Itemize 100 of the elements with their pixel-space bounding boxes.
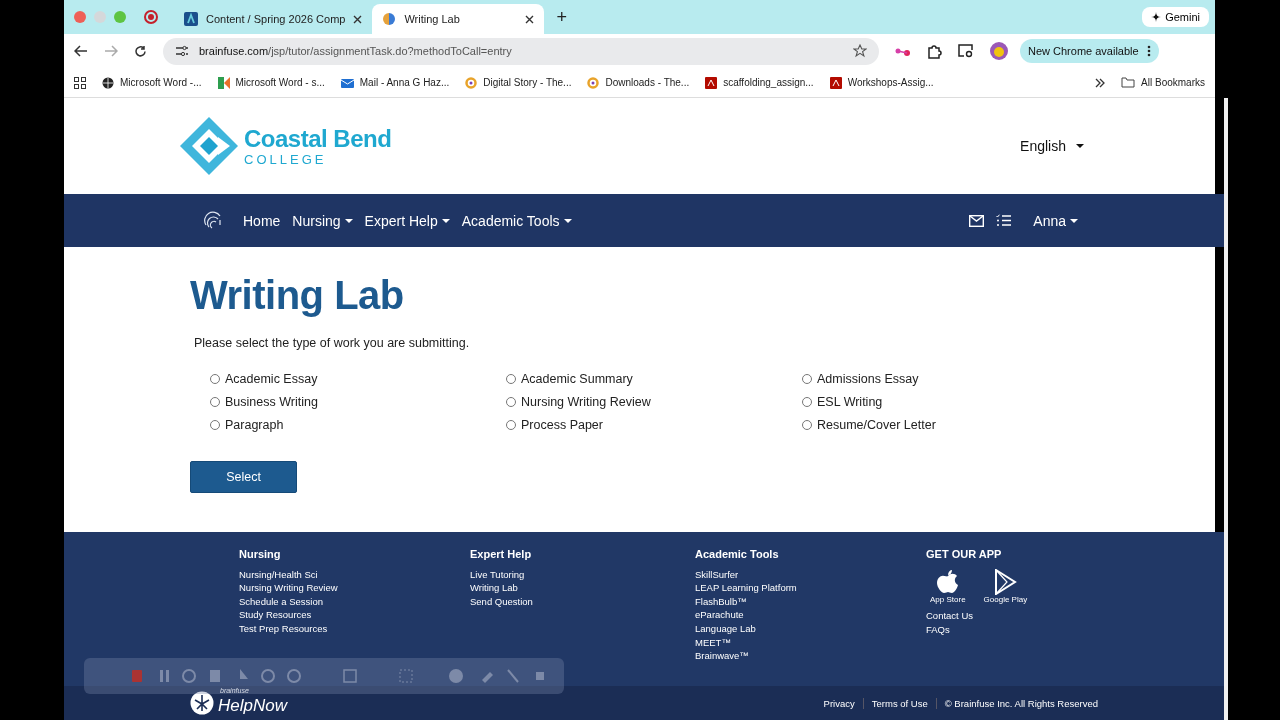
globe-icon xyxy=(102,76,114,89)
nav-menu-item[interactable]: Home xyxy=(243,212,281,229)
logo-diamond-icon xyxy=(178,115,240,177)
radio-option[interactable]: Business Writing xyxy=(210,395,506,409)
back-icon[interactable] xyxy=(74,45,88,57)
radio-option[interactable]: Academic Summary xyxy=(506,372,802,386)
footer-link[interactable]: Nursing/Health Sci xyxy=(239,568,470,580)
college-subtitle: COLLEGE xyxy=(244,152,328,166)
mail-icon[interactable] xyxy=(969,214,985,227)
tab-favicon-icon xyxy=(184,12,198,26)
language-dropdown[interactable]: English xyxy=(1020,138,1084,154)
footer-link[interactable]: Contact Us xyxy=(926,610,1126,622)
bookmark-item[interactable]: Mail - Anna G Haz... xyxy=(340,76,450,89)
footer-link[interactable]: eParachute xyxy=(695,609,926,621)
ring-icon xyxy=(465,76,478,89)
radio-button[interactable] xyxy=(802,397,812,407)
brand-logo-icon xyxy=(190,691,214,715)
footer-link[interactable]: Test Prep Resources xyxy=(239,622,470,634)
close-window-icon[interactable] xyxy=(74,11,86,23)
radio-button[interactable] xyxy=(506,397,516,407)
radio-button[interactable] xyxy=(802,420,812,430)
footer-link[interactable]: MEET™ xyxy=(695,636,926,648)
bookmark-favicon-icon xyxy=(217,76,230,89)
more-bookmarks-icon[interactable] xyxy=(1095,77,1106,88)
footer-link[interactable]: Live Tutoring xyxy=(470,568,695,580)
browser-tab[interactable]: Writing Lab xyxy=(372,4,545,34)
pdf-icon xyxy=(829,76,842,89)
ring-icon xyxy=(587,76,600,89)
record-icon[interactable] xyxy=(144,10,158,24)
gemini-button[interactable]: Gemini xyxy=(1142,7,1209,27)
bookmark-item[interactable]: Downloads - The... xyxy=(587,76,690,89)
bookmark-item[interactable]: Digital Story - The... xyxy=(465,76,572,89)
copyright-text: © Brainfuse Inc. All Rights Reserved xyxy=(943,697,1098,709)
bookmark-star-icon[interactable] xyxy=(853,44,867,58)
mail-app-icon xyxy=(340,76,354,89)
select-button[interactable]: Select xyxy=(190,461,297,493)
bookmark-item[interactable]: scaffolding_assign... xyxy=(705,76,814,89)
footer-link[interactable]: Send Question xyxy=(470,595,695,607)
fingerprint-icon[interactable] xyxy=(203,210,223,231)
nav-menu-item[interactable]: Expert Help xyxy=(364,212,450,229)
new-tab-button[interactable]: + xyxy=(556,6,567,28)
radio-button[interactable] xyxy=(506,374,516,384)
update-button[interactable]: New Chrome available xyxy=(1020,39,1159,63)
radio-button[interactable] xyxy=(506,420,516,430)
radio-option[interactable]: Academic Essay xyxy=(210,372,506,386)
close-tab-icon[interactable] xyxy=(353,14,363,24)
tab-favicon-icon xyxy=(382,12,397,26)
radio-option[interactable]: ESL Writing xyxy=(802,395,1098,409)
site-settings-icon xyxy=(175,45,189,57)
radio-button[interactable] xyxy=(210,374,220,384)
nav-menu-item[interactable]: Academic Tools xyxy=(461,212,572,229)
radio-button[interactable] xyxy=(802,374,812,384)
screen-search-icon[interactable] xyxy=(958,44,974,58)
footer-heading: Nursing xyxy=(239,548,282,560)
footer-link[interactable]: Study Resources xyxy=(239,609,470,621)
pdf-icon xyxy=(705,76,718,89)
puzzle-icon[interactable] xyxy=(927,43,942,59)
reload-icon[interactable] xyxy=(134,44,147,58)
footer-link[interactable]: Terms of Use xyxy=(863,697,937,709)
footer-link[interactable]: Schedule a Session xyxy=(239,595,470,607)
checklist-icon[interactable] xyxy=(996,214,1012,227)
footer-link[interactable]: Privacy xyxy=(815,697,864,709)
all-bookmarks-item[interactable]: All Bookmarks xyxy=(1121,77,1205,88)
user-menu[interactable]: Anna xyxy=(1033,212,1078,229)
radio-option[interactable]: Paragraph xyxy=(210,418,506,432)
app-store-badge[interactable]: App Store xyxy=(930,568,966,604)
address-bar[interactable]: brainfuse.com/jsp/tutor/assignmentTask.do?methodToCall=entry xyxy=(163,37,879,65)
footer-link[interactable]: Brainwave™ xyxy=(695,650,926,662)
bookmark-item[interactable]: Microsoft Word -... xyxy=(102,76,202,89)
footer-link[interactable]: Nursing Writing Review xyxy=(239,582,470,594)
bookmark-item[interactable]: Microsoft Word - s... xyxy=(217,76,325,89)
brand-name: HelpNow xyxy=(218,696,287,716)
recorder-toolbar[interactable] xyxy=(84,658,564,694)
footer-link[interactable]: SkillSurfer xyxy=(695,568,926,580)
play-store-icon xyxy=(993,568,1018,595)
apps-icon[interactable] xyxy=(74,76,86,89)
footer-link[interactable]: Writing Lab xyxy=(470,582,695,594)
more-menu-icon xyxy=(1146,45,1151,57)
app-store-badge[interactable]: Google Play xyxy=(983,568,1028,604)
instruction-text: Please select the type of work you are submitting. xyxy=(194,336,471,350)
radio-option[interactable]: Admissions Essay xyxy=(802,372,1098,386)
footer-link[interactable]: LEAP Learning Platform xyxy=(695,582,926,594)
apple-icon xyxy=(935,568,960,595)
radio-option[interactable]: Process Paper xyxy=(506,418,802,432)
footer-link[interactable]: FAQs xyxy=(926,623,1126,635)
radio-button[interactable] xyxy=(210,420,220,430)
footer-link[interactable]: Language Lab xyxy=(695,622,926,634)
sparkle-icon xyxy=(1151,12,1162,22)
bookmark-item[interactable]: Workshops-Assig... xyxy=(829,76,934,89)
close-tab-icon[interactable] xyxy=(525,14,535,24)
footer-heading: GET OUR APP xyxy=(926,548,1003,560)
college-name: Coastal Bend xyxy=(244,126,392,151)
radio-option[interactable]: Nursing Writing Review xyxy=(506,395,802,409)
footer-heading: Academic Tools xyxy=(695,548,780,560)
radio-option[interactable]: Resume/Cover Letter xyxy=(802,418,1098,432)
footer-link[interactable]: FlashBulb™ xyxy=(695,595,926,607)
profile-avatar-icon[interactable] xyxy=(990,42,1008,60)
browser-tab[interactable]: Content / Spring 2026 Comp xyxy=(174,4,373,34)
nav-menu-item[interactable]: Nursing xyxy=(292,212,353,229)
radio-button[interactable] xyxy=(210,397,220,407)
